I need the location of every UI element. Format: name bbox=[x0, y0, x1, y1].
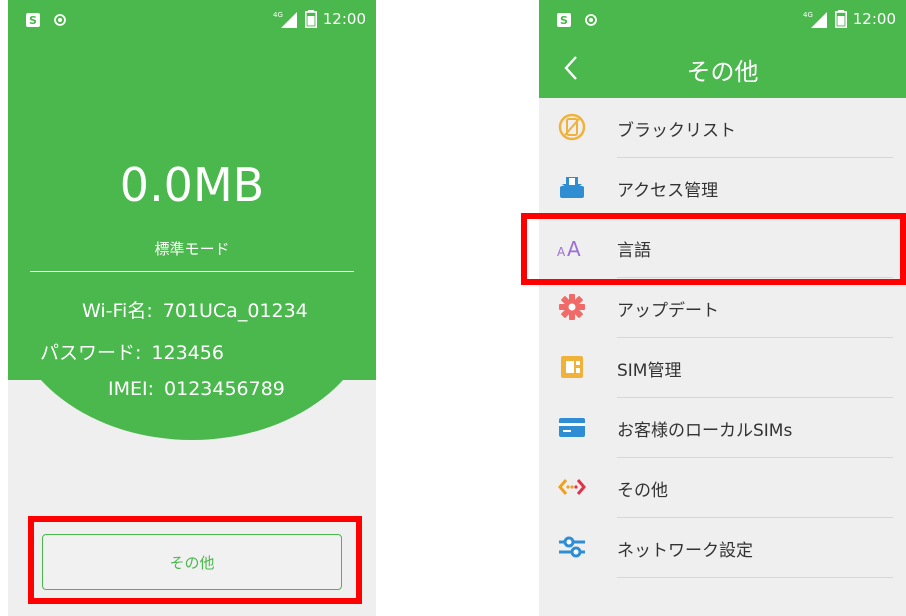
status-time: 12:00 bbox=[322, 10, 366, 28]
menu-item-access-management[interactable]: アクセス管理 bbox=[539, 158, 906, 218]
menu-label-access-management: アクセス管理 bbox=[617, 181, 719, 201]
status-bar-right: S 4G 12:00 bbox=[539, 0, 906, 42]
s-app-icon-right: S bbox=[557, 13, 571, 27]
sim-management-icon bbox=[561, 356, 583, 378]
network-type-label: 4G bbox=[273, 11, 283, 19]
menu-item-network-settings[interactable]: ネットワーク設定 bbox=[539, 518, 906, 578]
menu-item-other[interactable]: その他 bbox=[539, 458, 906, 518]
menu-label-network-settings: ネットワーク設定 bbox=[617, 541, 753, 561]
data-usage-value: 0.0MB bbox=[119, 158, 265, 212]
menu-item-update[interactable]: アップデート bbox=[539, 278, 906, 338]
menu-item-blacklist[interactable]: ブラックリスト bbox=[539, 98, 906, 158]
battery-icon-right bbox=[834, 10, 847, 28]
imei-value: 0123456789 bbox=[164, 378, 285, 400]
password-value: 123456 bbox=[151, 342, 224, 364]
status-bar: S 4G 12:00 bbox=[8, 0, 376, 42]
menu-label-sim-management: SIM管理 bbox=[617, 361, 682, 381]
hotspot-icon bbox=[54, 14, 66, 26]
imei-label: IMEI: bbox=[108, 378, 155, 400]
access-management-icon bbox=[560, 177, 584, 198]
other-code-icon bbox=[558, 479, 586, 495]
status-time-right: 12:00 bbox=[852, 10, 896, 28]
highlight-language-item bbox=[521, 213, 906, 285]
menu-item-local-sims[interactable]: お客様のローカルSIMs bbox=[539, 398, 906, 458]
hotspot-icon-right bbox=[585, 14, 597, 26]
local-sims-card-icon bbox=[559, 418, 585, 437]
wifi-name-label: Wi-Fi名: bbox=[82, 300, 153, 322]
imei-row: IMEI: 0123456789 bbox=[108, 378, 285, 400]
menu-item-sim-management[interactable]: SIM管理 bbox=[539, 338, 906, 398]
signal-4g-icon: 4G bbox=[273, 11, 297, 28]
divider bbox=[30, 271, 354, 272]
wifi-name-value: 701UCa_01234 bbox=[162, 300, 308, 322]
menu-label-update: アップデート bbox=[617, 301, 719, 321]
other-settings-screen: S 4G 12:00 その他 ブラックリスト アクセス管理 A A 言語 アップ… bbox=[539, 0, 906, 616]
menu-label-blacklist: ブラックリスト bbox=[617, 121, 736, 141]
menu-label-other: その他 bbox=[617, 481, 668, 501]
signal-4g-icon-right: 4G bbox=[803, 11, 827, 28]
blacklist-icon bbox=[558, 113, 586, 141]
network-settings-sliders-icon bbox=[559, 536, 585, 558]
highlight-other-button bbox=[28, 516, 362, 604]
wifi-name-row: Wi-Fi名: 701UCa_01234 bbox=[82, 296, 308, 323]
password-row: パスワード: 123456 bbox=[40, 338, 224, 365]
battery-icon bbox=[304, 10, 317, 28]
network-type-label-right: 4G bbox=[803, 11, 813, 19]
page-title: その他 bbox=[686, 58, 759, 86]
password-label: パスワード: bbox=[40, 342, 142, 364]
menu-label-local-sims: お客様のローカルSIMs bbox=[617, 421, 793, 441]
update-gear-icon bbox=[559, 294, 585, 320]
menu-divider bbox=[617, 577, 893, 578]
mode-label: 標準モード bbox=[154, 240, 230, 258]
s-app-icon: S bbox=[26, 13, 40, 27]
